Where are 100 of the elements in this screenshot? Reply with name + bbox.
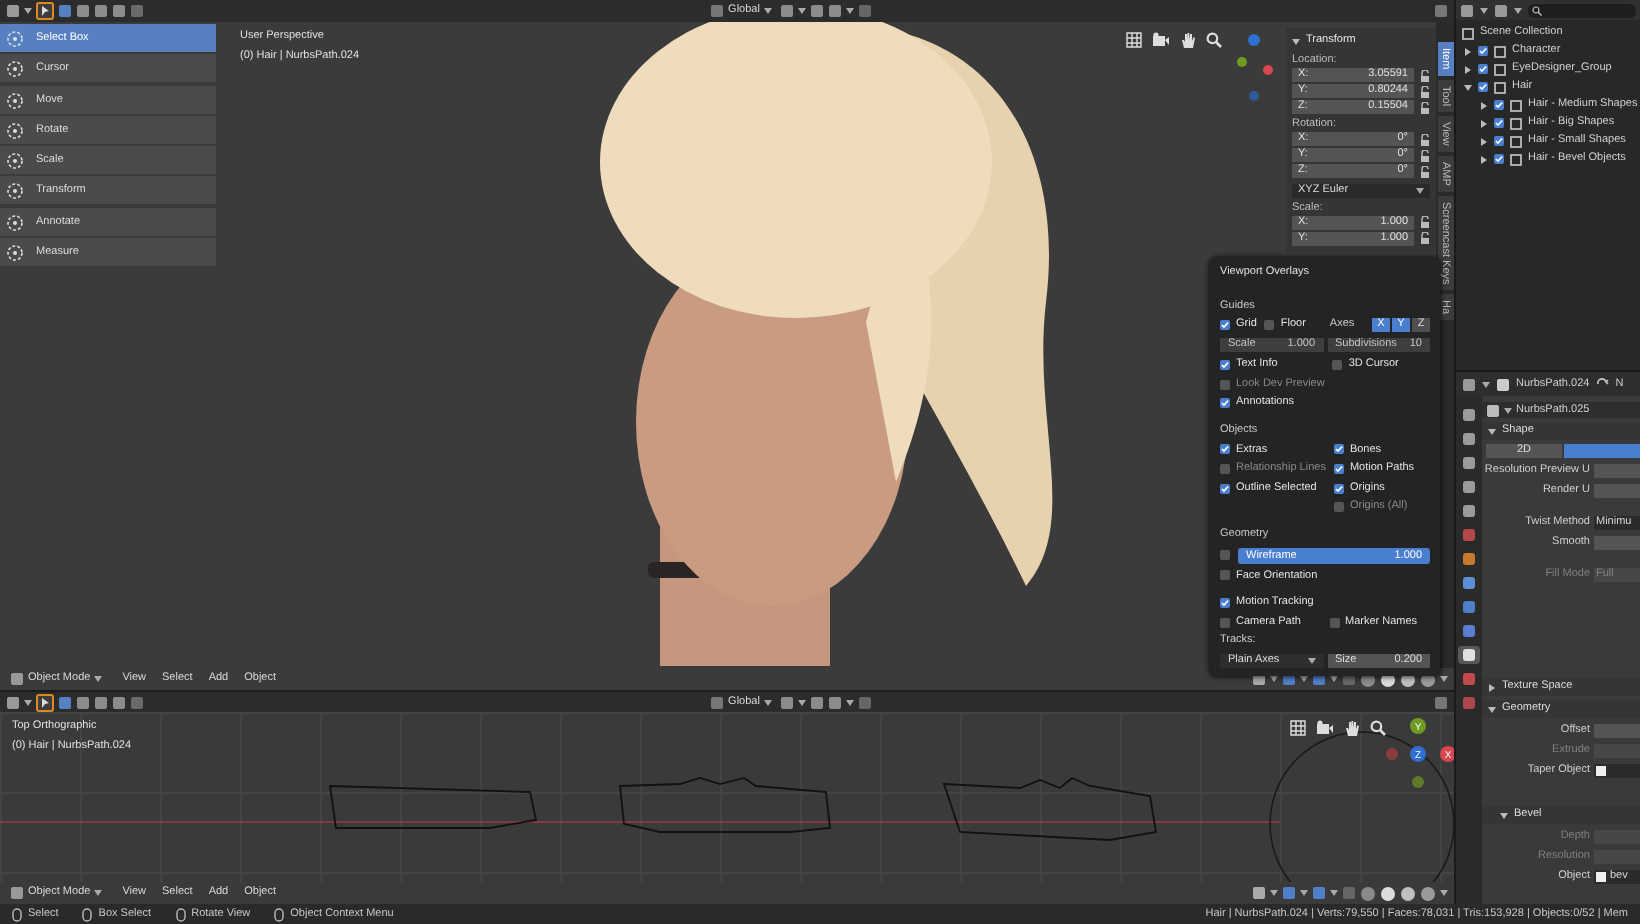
- properties-tab[interactable]: [1458, 550, 1480, 568]
- cursor-arrow-icon[interactable]: [36, 2, 54, 20]
- number-field[interactable]: [1594, 535, 1640, 549]
- checkbox[interactable]: [1478, 64, 1488, 74]
- zoom-icon[interactable]: [1370, 720, 1386, 736]
- navigation-gizmo[interactable]: [1232, 32, 1276, 104]
- caret-icon: [94, 676, 103, 682]
- caret-icon: [1330, 890, 1338, 896]
- expand-arrow-icon[interactable]: [1488, 683, 1496, 691]
- caret-icon: [24, 699, 32, 705]
- caret-icon: [24, 8, 32, 14]
- checkbox[interactable]: [1220, 398, 1230, 409]
- expand-arrow-icon[interactable]: [1292, 37, 1300, 45]
- checkbox[interactable]: [1333, 444, 1344, 455]
- camera-icon[interactable]: [1316, 720, 1334, 736]
- checkbox[interactable]: [1478, 82, 1488, 92]
- checkbox[interactable]: [1478, 46, 1488, 56]
- hand-icon[interactable]: [1344, 720, 1360, 736]
- cursor-arrow-icon[interactable]: [36, 693, 54, 711]
- lock-icon[interactable]: [1420, 85, 1430, 97]
- caret-icon: [797, 8, 806, 14]
- caret-icon: [797, 699, 806, 705]
- caret-icon: [1480, 7, 1488, 13]
- axis-ball[interactable]: [1410, 746, 1426, 762]
- checkbox[interactable]: [1220, 444, 1230, 455]
- lock-icon[interactable]: [1420, 149, 1430, 161]
- checkbox[interactable]: [1494, 136, 1504, 146]
- expand-arrow-icon[interactable]: [1480, 137, 1488, 145]
- properties-tab[interactable]: [1458, 430, 1480, 448]
- lock-icon[interactable]: [1420, 101, 1430, 113]
- caret-icon: [1416, 187, 1424, 194]
- object-field[interactable]: [1594, 763, 1640, 777]
- lock-icon[interactable]: [1420, 232, 1430, 245]
- caret-icon: [1300, 890, 1308, 896]
- checkbox[interactable]: [1494, 154, 1504, 164]
- lock-icon[interactable]: [1420, 133, 1430, 145]
- checkbox[interactable]: [1494, 100, 1504, 110]
- caret-icon: [763, 699, 772, 705]
- caret-icon: [1482, 381, 1490, 387]
- expand-arrow-icon[interactable]: [1500, 811, 1508, 819]
- checkbox[interactable]: [1333, 483, 1344, 494]
- properties-tab[interactable]: [1458, 454, 1480, 472]
- properties-tab[interactable]: [1458, 598, 1480, 616]
- number-field[interactable]: [1594, 463, 1640, 477]
- checkbox[interactable]: [1264, 320, 1275, 331]
- caret-icon: [763, 8, 772, 14]
- dimension-toggle[interactable]: [1564, 444, 1640, 458]
- hand-icon[interactable]: [1180, 32, 1196, 48]
- number-field[interactable]: [1594, 723, 1640, 737]
- expand-arrow-icon[interactable]: [1464, 47, 1472, 55]
- caret-icon: [94, 890, 103, 896]
- lock-icon[interactable]: [1420, 216, 1430, 229]
- caret-icon: [845, 699, 854, 705]
- axis-ball[interactable]: [1410, 718, 1426, 734]
- mouse-icon: [82, 907, 93, 921]
- expand-arrow-icon[interactable]: [1488, 705, 1496, 713]
- checkbox[interactable]: [1329, 617, 1339, 628]
- properties-tab[interactable]: [1458, 406, 1480, 424]
- search-icon: [1532, 5, 1542, 15]
- collection-icon: [1462, 27, 1474, 39]
- search-field[interactable]: [1528, 3, 1636, 17]
- checkbox[interactable]: [1220, 597, 1230, 608]
- expand-arrow-icon[interactable]: [1480, 155, 1488, 163]
- caret-icon: [1440, 890, 1448, 896]
- caret-icon: [1504, 407, 1512, 413]
- caret-icon: [1440, 676, 1448, 682]
- grid-icon[interactable]: [1126, 32, 1142, 48]
- number-field[interactable]: [1594, 483, 1640, 497]
- expand-arrow-icon[interactable]: [1464, 83, 1472, 91]
- checkbox[interactable]: [1494, 118, 1504, 128]
- expand-arrow-icon[interactable]: [1464, 65, 1472, 73]
- caret-icon: [1514, 7, 1522, 13]
- mouse-icon: [12, 907, 22, 921]
- checkbox[interactable]: [1220, 320, 1230, 331]
- properties-tab[interactable]: [1458, 622, 1480, 640]
- expand-arrow-icon[interactable]: [1480, 101, 1488, 109]
- checkbox[interactable]: [1332, 359, 1343, 370]
- mouse-icon: [274, 907, 285, 921]
- caret-icon: [1270, 890, 1278, 896]
- zoom-icon[interactable]: [1206, 32, 1222, 48]
- checkbox[interactable]: [1333, 463, 1344, 474]
- caret-icon: [845, 8, 854, 14]
- expand-arrow-icon[interactable]: [1480, 119, 1488, 127]
- properties-tab[interactable]: [1458, 478, 1480, 496]
- checkbox[interactable]: [1220, 570, 1230, 581]
- expand-arrow-icon[interactable]: [1488, 427, 1496, 435]
- camera-icon[interactable]: [1152, 32, 1170, 48]
- checkbox[interactable]: [1220, 359, 1230, 370]
- lock-icon[interactable]: [1420, 165, 1430, 177]
- properties-tab[interactable]: [1458, 574, 1480, 592]
- mouse-icon: [175, 907, 186, 921]
- checkbox[interactable]: [1220, 617, 1230, 628]
- properties-tab[interactable]: [1458, 646, 1480, 664]
- checkbox[interactable]: [1220, 550, 1230, 561]
- checkbox[interactable]: [1220, 483, 1230, 494]
- properties-tab[interactable]: [1458, 502, 1480, 520]
- caret-icon: [1307, 657, 1315, 664]
- lock-icon[interactable]: [1420, 69, 1430, 81]
- link-icon: [1595, 378, 1610, 390]
- grid-icon[interactable]: [1290, 720, 1306, 736]
